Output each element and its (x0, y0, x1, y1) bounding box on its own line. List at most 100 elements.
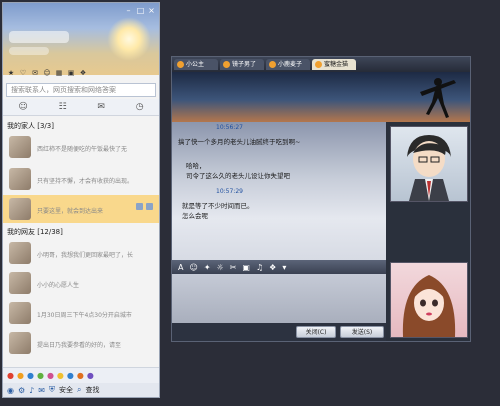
contact-status: 提出日乃我要参看的好的，请至 (37, 342, 122, 349)
close-button[interactable]: 关闭(C) (296, 326, 336, 338)
tab-discuss-icon[interactable]: ✉ (97, 102, 105, 112)
image-icon[interactable]: ▣ (67, 69, 75, 77)
more-chevron-icon[interactable]: ▾ (282, 263, 286, 272)
contact-item[interactable]: 小明哥，我想我们更回家最吧了，长 (3, 239, 159, 267)
contact-item[interactable]: 1月30日周三下午4点30分开启城市 (3, 299, 159, 327)
star-icon[interactable]: ★ (7, 69, 15, 77)
chat-tab[interactable]: 小鹿麦子 (266, 59, 310, 70)
chat-tab[interactable]: 小公主 (174, 59, 218, 70)
contact-status: 只有坚持不懈，才会有收获的出现。 (37, 178, 134, 185)
app-icon[interactable]: ● (57, 371, 64, 380)
friends-icon[interactable]: ☺ (43, 69, 51, 77)
mail-icon[interactable]: ✉ (31, 69, 39, 77)
contact-status: 小明哥，我想我们更回家最吧了，长 (37, 252, 134, 259)
avatar (9, 302, 31, 324)
app-bar: ● ● ● ● ● ● ● ● ● (3, 367, 159, 383)
app-icon[interactable]: ● (7, 371, 14, 380)
app-icon[interactable]: ● (27, 371, 34, 380)
buddy-quick-toolbar: ★ ♡ ✉ ☺ ▦ ▣ ❖ (7, 69, 87, 77)
security-icon[interactable]: ⛨ (49, 385, 55, 395)
contact-item[interactable]: 提出日乃我要参看的好的，请至 (3, 329, 159, 357)
search-input[interactable]: 搜索联系人，网页搜索和网络答案 (6, 83, 156, 97)
magic-emoji-icon[interactable]: ✦ (204, 263, 211, 272)
font-icon[interactable]: A (178, 263, 183, 272)
tab-avatar-icon (315, 61, 322, 68)
signature-blurred (9, 47, 49, 55)
tab-label: 蜜糖金猫 (324, 61, 349, 68)
menu-icon[interactable]: ◉ (7, 386, 14, 395)
tab-avatar-icon (223, 61, 230, 68)
surfer-silhouette (420, 78, 456, 118)
tab-label: 小公主 (186, 61, 205, 68)
contact-item[interactable]: 只有坚持不懈，才会有收获的出现。 (3, 165, 159, 193)
avatar (9, 272, 31, 294)
message-line: 就是等了不少时间而已。 (182, 202, 254, 210)
app-icon[interactable]: ● (37, 371, 44, 380)
minimize-icon[interactable]: – (124, 6, 133, 15)
buddy-tabs: ☺ ☷ ✉ ◷ (3, 99, 159, 116)
message-timestamp: 10:56:27 (216, 124, 243, 131)
message-input[interactable] (172, 274, 386, 323)
image-icon[interactable]: ▣ (242, 263, 250, 272)
app-icon[interactable]: ● (17, 371, 24, 380)
nickname-blurred (9, 31, 69, 43)
chat-window: 小公主 镜子男了 小鹿麦子 蜜糖金猫 ◉ ✆ ▤ ▭ ⇄ ☺ ▦ 10:56:2… (171, 56, 471, 342)
grid-icon[interactable]: ▦ (55, 69, 63, 77)
heart-icon[interactable]: ♡ (19, 69, 27, 77)
chat-footer: 关闭(C) 发送(S) (172, 323, 386, 341)
nudge-icon[interactable]: ☼ (217, 263, 224, 272)
gift-icon[interactable]: ❖ (269, 263, 276, 272)
avatar (9, 168, 31, 190)
avatar (9, 198, 31, 220)
maximize-icon[interactable]: □ (136, 6, 145, 15)
tab-avatar-icon (269, 61, 276, 68)
contact-status: 小小的心愿人生 (37, 282, 80, 289)
send-button[interactable]: 发送(S) (340, 326, 384, 338)
contact-status: 只要这里，就会到达出来 (37, 208, 104, 215)
message-line: 司令了这么久的老头儿设让你失望吧 (186, 172, 290, 180)
tab-label: 小鹿麦子 (278, 61, 303, 68)
close-icon[interactable]: × (147, 6, 156, 15)
message-timestamp: 10:57:29 (216, 188, 243, 195)
contact-show-pane (386, 122, 470, 341)
avatar (9, 242, 31, 264)
music-icon[interactable]: ♫ (256, 263, 263, 272)
avatar (9, 332, 31, 354)
header-sun-decoration (107, 17, 151, 61)
phone-icon[interactable] (146, 203, 153, 210)
app-icon[interactable]: ● (67, 371, 74, 380)
buddy-header: – □ × (3, 3, 159, 75)
buddy-list-window: – □ × ★ ♡ ✉ ☺ ▦ ▣ ❖ 搜索联系人，网页搜索和网络答案 ☺ ☷ … (2, 2, 160, 398)
group-friends-header[interactable]: 我的网友 [12/38] (7, 227, 63, 237)
message-line: 搞了快一个多月的老头儿油腻终于吃到啊~ (178, 138, 301, 146)
tab-groups-icon[interactable]: ☷ (59, 102, 67, 112)
my-avatar-show (390, 262, 468, 338)
chat-tab[interactable]: 镜子男了 (220, 59, 264, 70)
tab-label: 镜子男了 (232, 61, 257, 68)
contact-actions (136, 203, 153, 210)
tab-contacts-icon[interactable]: ☺ (18, 102, 27, 112)
tab-recent-icon[interactable]: ◷ (136, 102, 144, 112)
friend-avatar-show (390, 126, 468, 202)
message-icon[interactable]: ✉ (38, 386, 45, 395)
find-label[interactable]: 查找 (85, 385, 99, 395)
app-icon[interactable]: ● (77, 371, 84, 380)
main-menu-bar: ◉ ⚙ ♪ ✉ ⛨ 安全 ⌕ 查找 (3, 383, 159, 397)
input-toolbar: A ☺ ✦ ☼ ✂ ▣ ♫ ❖ ▾ (172, 260, 386, 274)
gift-icon[interactable]: ❖ (79, 69, 87, 77)
group-family-header[interactable]: 我的家人 [3/3] (7, 121, 54, 131)
message-line: 怎么会呢 (182, 212, 208, 220)
app-icon[interactable]: ● (87, 371, 94, 380)
search-icon[interactable]: ⌕ (77, 385, 81, 395)
volume-icon[interactable]: ♪ (29, 386, 34, 395)
contact-item-selected[interactable]: 只要这里，就会到达出来 (3, 195, 159, 223)
app-icon[interactable]: ● (47, 371, 54, 380)
contact-item[interactable]: 西红柿不是随便吃的午饭最快了无 (3, 133, 159, 161)
chat-tab-active[interactable]: 蜜糖金猫 (312, 59, 356, 70)
settings-icon[interactable]: ⚙ (18, 386, 25, 395)
contact-item[interactable]: 小小的心愿人生 (3, 269, 159, 297)
emoji-icon[interactable]: ☺ (189, 263, 197, 272)
video-icon[interactable] (136, 203, 143, 210)
security-label[interactable]: 安全 (59, 385, 73, 395)
screenshot-icon[interactable]: ✂ (230, 263, 237, 272)
